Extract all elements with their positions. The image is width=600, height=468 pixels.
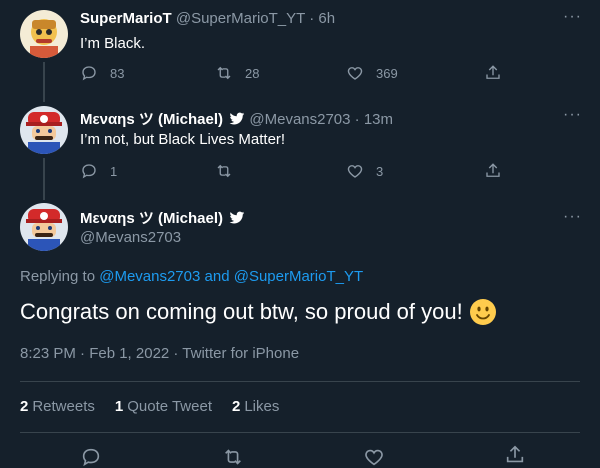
reply-icon bbox=[82, 66, 96, 81]
tweet-text: I’m not, but Black Lives Matter! bbox=[80, 131, 286, 148]
quote-tweets-label: Quote Tweet bbox=[127, 398, 212, 415]
avatar[interactable] bbox=[20, 106, 68, 154]
handle[interactable]: @SuperMarioT_YT bbox=[176, 10, 305, 27]
more-options-icon[interactable]: ··· bbox=[563, 8, 582, 26]
retweet-button[interactable] bbox=[222, 446, 256, 468]
engagement-stats: 2 Retweets 1 Quote Tweet 2 Likes bbox=[20, 398, 279, 415]
like-button[interactable]: 369 bbox=[346, 64, 398, 82]
twitter-bird-icon bbox=[229, 211, 245, 224]
timestamp[interactable]: · 13m bbox=[355, 111, 393, 128]
reply-button[interactable]: 83 bbox=[80, 64, 124, 82]
avatar[interactable] bbox=[20, 10, 68, 58]
thread-line bbox=[43, 158, 45, 200]
tweet-timestamp[interactable]: 8:23 PM · Feb 1, 2022 · Twitter for iPho… bbox=[20, 345, 299, 362]
thread-line bbox=[43, 62, 45, 102]
retweet-button[interactable] bbox=[215, 162, 245, 180]
share-icon bbox=[486, 65, 500, 79]
retweets-count: 2 bbox=[20, 398, 29, 415]
tweet-header: Μεναηs ツ (Michael) @Mevans2703 · 13m bbox=[80, 108, 393, 129]
main-tweet-text: Congrats on coming out btw, so proud of … bbox=[20, 299, 463, 324]
avatar[interactable] bbox=[20, 203, 68, 251]
reply-count: 1 bbox=[110, 163, 118, 179]
likes-count: 2 bbox=[232, 398, 241, 415]
replying-to-and: and bbox=[204, 268, 230, 285]
twitter-bird-icon bbox=[229, 112, 245, 125]
retweet-count: 28 bbox=[245, 65, 260, 81]
tweet-header: SuperMarioT @SuperMarioT_YT · 6h bbox=[80, 10, 335, 27]
smiley-emoji-icon bbox=[469, 299, 496, 325]
retweets-label: Retweets bbox=[32, 398, 95, 415]
retweet-icon bbox=[217, 164, 231, 178]
likes-label: Likes bbox=[244, 398, 280, 415]
share-button[interactable] bbox=[484, 162, 514, 180]
share-icon bbox=[506, 445, 524, 463]
reply-button[interactable]: 1 bbox=[80, 162, 117, 180]
quote-tweets-stat[interactable]: 1 Quote Tweet bbox=[115, 398, 212, 415]
display-name[interactable]: Μεναηs ツ (Michael) bbox=[80, 111, 223, 128]
retweet-button[interactable]: 28 bbox=[215, 64, 259, 82]
like-button[interactable] bbox=[363, 446, 397, 468]
replying-to-link[interactable]: @SuperMarioT_YT bbox=[234, 268, 363, 285]
share-button[interactable] bbox=[484, 64, 514, 82]
more-options-icon[interactable]: ··· bbox=[563, 106, 582, 124]
main-tweet-text-row: Congrats on coming out btw, so proud of … bbox=[20, 298, 497, 326]
heart-icon bbox=[347, 165, 363, 178]
retweets-stat[interactable]: 2 Retweets bbox=[20, 398, 95, 415]
tweet-text: I’m Black. bbox=[80, 35, 146, 52]
replying-to-link[interactable]: @Mevans2703 bbox=[99, 268, 200, 285]
main-tweet-handle-row: @Mevans2703 bbox=[80, 229, 181, 246]
main-tweet-header: Μεναηs ツ (Michael) bbox=[80, 207, 245, 228]
reply-icon bbox=[82, 164, 96, 179]
reply-icon bbox=[82, 448, 100, 467]
quote-tweets-count: 1 bbox=[114, 398, 124, 415]
share-icon bbox=[486, 163, 500, 177]
reply-button[interactable] bbox=[80, 446, 114, 468]
retweet-icon bbox=[217, 66, 231, 80]
share-button[interactable] bbox=[504, 444, 538, 466]
like-count: 3 bbox=[376, 163, 384, 179]
more-options-icon[interactable]: ··· bbox=[563, 208, 582, 226]
display-name[interactable]: Μεναηs ツ (Michael) bbox=[80, 210, 223, 227]
replying-to: Replying to @Mevans2703 and @SuperMarioT… bbox=[20, 268, 363, 285]
handle[interactable]: @Mevans2703 bbox=[249, 111, 350, 128]
likes-stat[interactable]: 2 Likes bbox=[232, 398, 279, 415]
reply-count: 83 bbox=[110, 65, 125, 81]
like-button[interactable]: 3 bbox=[346, 162, 383, 180]
like-count: 369 bbox=[376, 65, 398, 81]
heart-icon bbox=[365, 449, 383, 466]
divider bbox=[20, 381, 580, 382]
heart-icon bbox=[347, 67, 363, 80]
handle[interactable]: @Mevans2703 bbox=[80, 229, 181, 246]
display-name[interactable]: SuperMarioT bbox=[80, 10, 172, 27]
retweet-icon bbox=[225, 449, 241, 465]
divider bbox=[20, 432, 580, 433]
replying-to-prefix: Replying to bbox=[20, 268, 96, 285]
timestamp[interactable]: · 6h bbox=[309, 10, 335, 27]
